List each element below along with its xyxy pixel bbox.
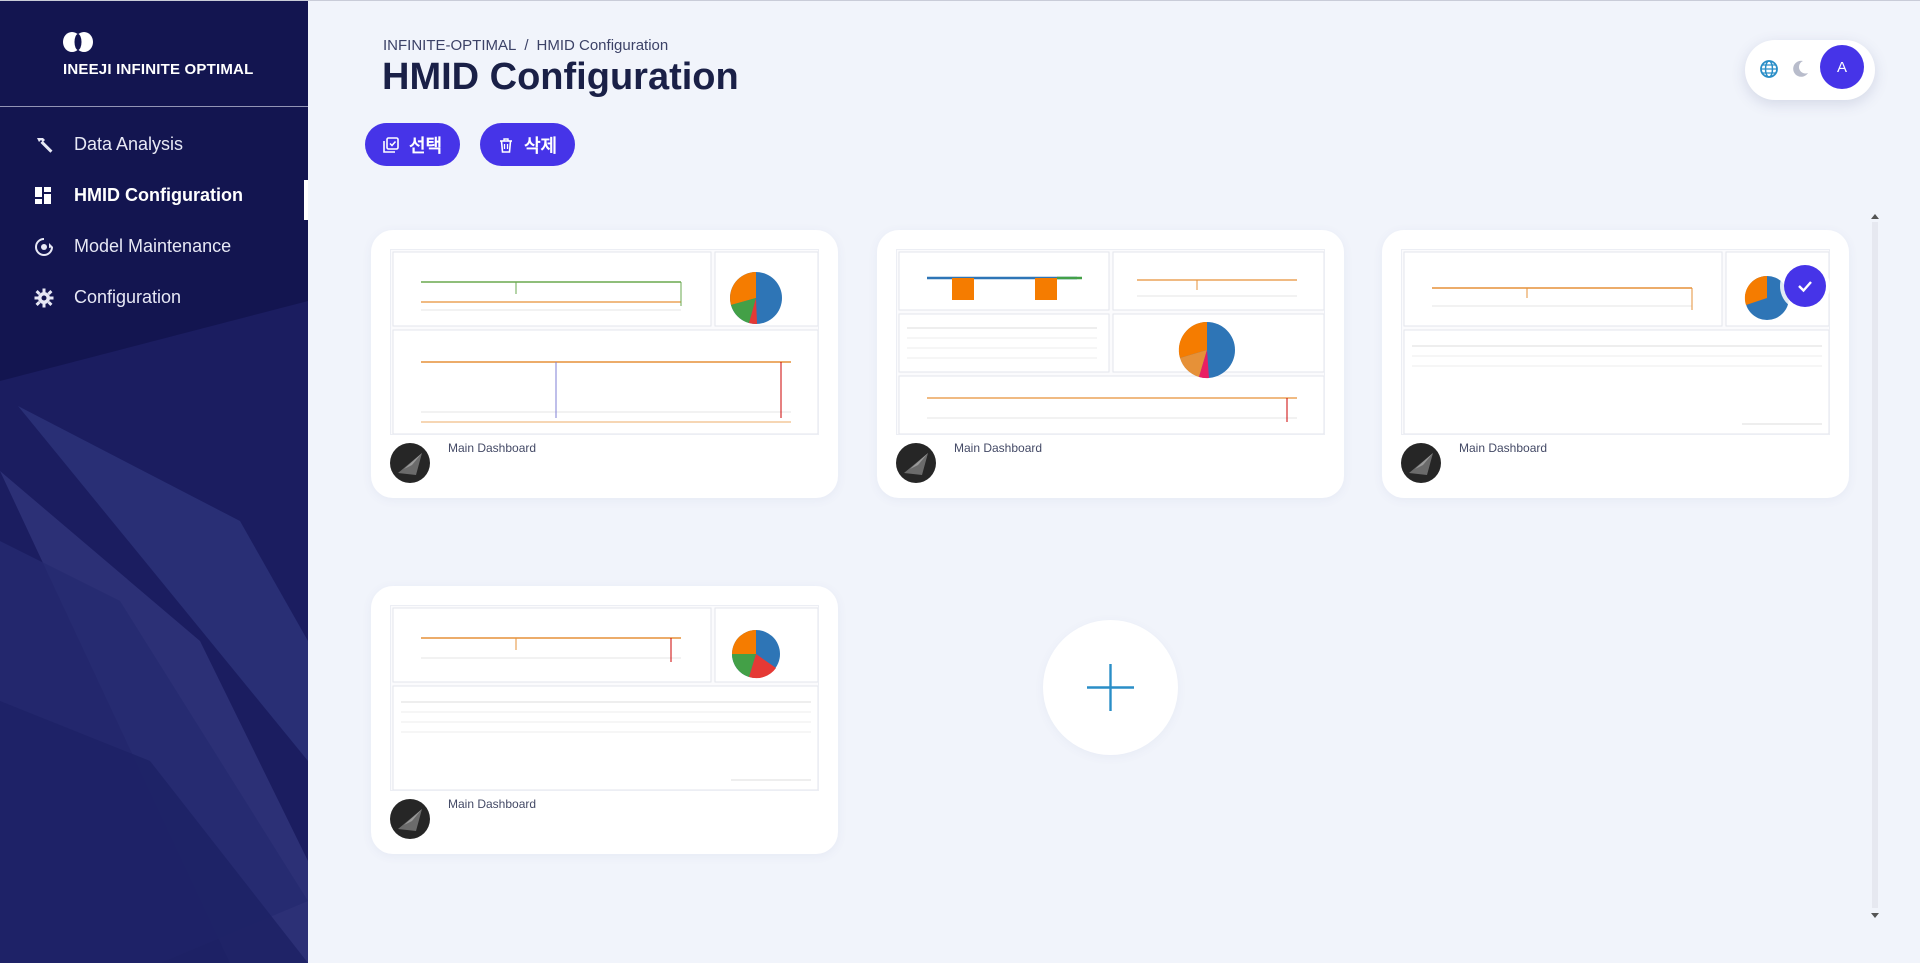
sidebar-item-label: Data Analysis (74, 134, 184, 154)
select-button-label: 선택 (409, 135, 443, 156)
selected-check-icon[interactable] (1784, 265, 1826, 307)
logo-mark-icon (63, 32, 93, 52)
sidebar-item-hmid-configuration[interactable]: HMID Configuration (0, 170, 308, 221)
content-scrollbar[interactable] (1870, 212, 1880, 918)
sidebar-item-configuration[interactable]: Configuration (0, 272, 308, 323)
plus-icon (1087, 664, 1134, 711)
scroll-down-arrow[interactable] (1871, 913, 1879, 918)
dashboard-name: Main Dashboard (448, 441, 537, 455)
dashboard-card[interactable]: Main Dashboard (371, 230, 838, 498)
scrollbar-track[interactable] (1872, 222, 1878, 908)
dashboard-name: Main Dashboard (448, 797, 537, 811)
scroll-up-arrow[interactable] (1871, 214, 1879, 219)
hammer-icon (33, 134, 55, 156)
dashboard-card[interactable]: Main Dashboard (1382, 230, 1849, 498)
select-copy-icon (383, 136, 399, 153)
select-button[interactable]: 선택 (365, 123, 461, 166)
refresh-gear-icon (33, 236, 55, 258)
sidebar-item-model-maintenance[interactable]: Model Maintenance (0, 221, 308, 272)
user-avatar[interactable]: A (1820, 45, 1864, 89)
dashboard-name: Main Dashboard (954, 441, 1043, 455)
dashboard-icon (33, 185, 55, 207)
dashboard-avatar (1401, 443, 1441, 483)
sidebar-item-label: Configuration (74, 287, 182, 307)
logo: INEEJI INFINITE OPTIMAL (62, 31, 262, 91)
breadcrumb-separator: / (524, 37, 529, 54)
dashboard-card[interactable]: Main Dashboard (877, 230, 1344, 498)
globe-icon[interactable] (1759, 59, 1779, 79)
breadcrumb-current: HMID Configuration (536, 37, 669, 54)
sidebar-divider (0, 106, 308, 107)
sidebar-item-label: HMID Configuration (74, 185, 243, 205)
dashboard-avatar (390, 443, 430, 483)
dashboard-name: Main Dashboard (1459, 441, 1548, 455)
moon-icon[interactable] (1790, 59, 1810, 79)
gear-icon (33, 287, 55, 309)
add-dashboard-button[interactable] (1043, 620, 1178, 755)
dashboard-avatar (390, 799, 430, 839)
breadcrumb-root[interactable]: INFINITE-OPTIMAL (383, 37, 516, 54)
sidebar: INEEJI INFINITE OPTIMAL Data Analysis HM… (0, 1, 308, 963)
dashboard-thumbnail (896, 249, 1325, 435)
sidebar-item-label: Model Maintenance (74, 236, 232, 256)
trash-icon (500, 137, 512, 153)
dashboard-thumbnail (390, 605, 819, 791)
sidebar-item-data-analysis[interactable]: Data Analysis (0, 119, 308, 170)
logo-text: INEEJI INFINITE OPTIMAL (63, 61, 254, 78)
delete-button-label: 삭제 (524, 135, 558, 156)
top-right-controls: A (1745, 40, 1875, 100)
sidebar-nav: Data Analysis HMID Configuration Model M… (0, 119, 308, 323)
page-title: HMID Configuration (382, 56, 739, 98)
delete-button[interactable]: 삭제 (480, 123, 576, 166)
breadcrumb: INFINITE-OPTIMAL / HMID Configuration (383, 37, 668, 54)
dashboard-avatar (896, 443, 936, 483)
dashboard-thumbnail (1401, 249, 1830, 435)
dashboard-thumbnail (390, 249, 819, 435)
dashboard-card[interactable]: Main Dashboard (371, 586, 838, 854)
